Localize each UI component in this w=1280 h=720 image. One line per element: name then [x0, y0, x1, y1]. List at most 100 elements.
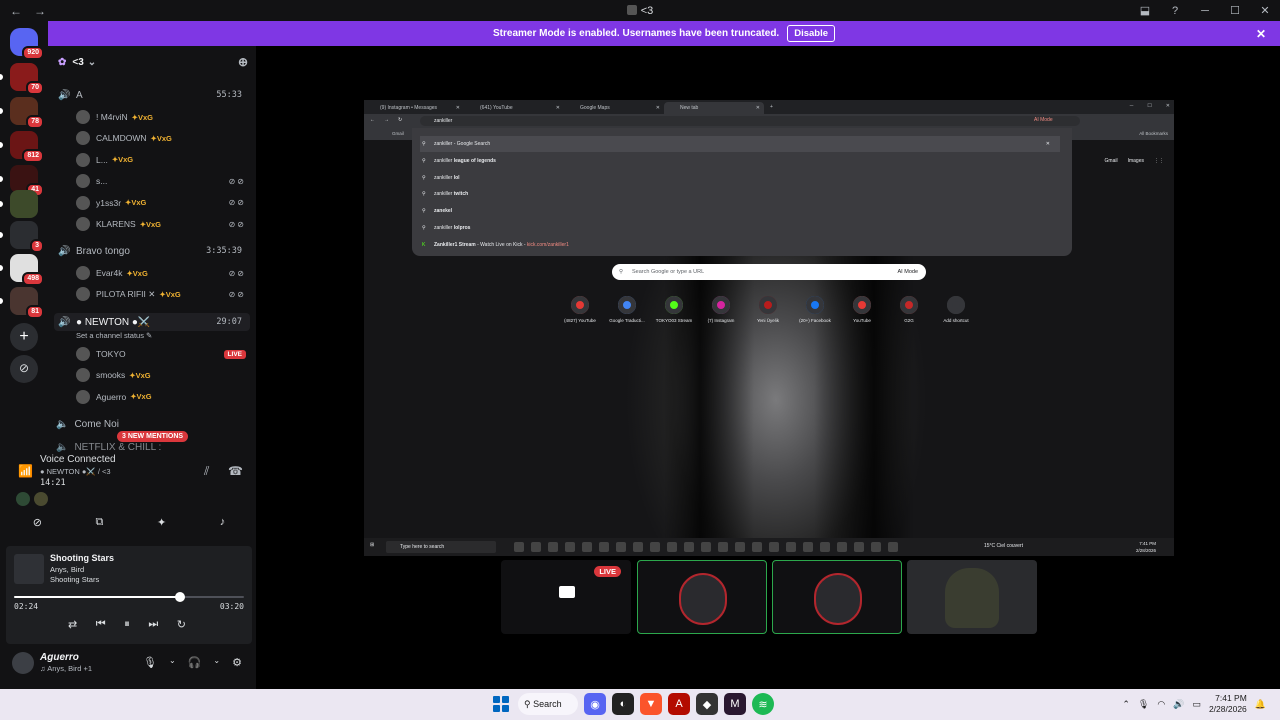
ai-mode-button[interactable]: AI Mode [898, 264, 918, 280]
shortcut-tile[interactable]: YouTube [840, 296, 884, 323]
app-icon[interactable] [582, 542, 592, 552]
voice-user[interactable]: y1ss3rVxG ⊘⊘ [76, 194, 248, 212]
browser-tab-active[interactable]: New tab ✕ [664, 102, 764, 114]
close-icon[interactable]: ✕ [1046, 136, 1050, 152]
track-artist[interactable]: Anys, Bird [50, 565, 84, 574]
track-title[interactable]: Shooting Stars [50, 553, 114, 563]
progress-bar[interactable] [14, 592, 244, 602]
app-icon[interactable] [871, 542, 881, 552]
voice-user[interactable]: KLARENS VxG ⊘⊘ [76, 215, 248, 233]
close-icon[interactable]: ✕ [756, 102, 760, 114]
back-arrow-icon[interactable]: ← [8, 4, 24, 18]
voice-user[interactable]: smooksVxG [76, 366, 248, 384]
suggestion-item[interactable]: ⚲ zanekel [420, 203, 1060, 219]
home-discord-button[interactable]: 920 [10, 28, 44, 60]
app-icon[interactable] [769, 542, 779, 552]
shortcut-tile[interactable]: TOKYO03 Stream [652, 296, 696, 323]
voice-user[interactable]: ! M4rviN VxG [76, 108, 248, 126]
progress-knob[interactable] [174, 592, 185, 602]
connection-signal-icon[interactable]: 📶 [18, 464, 33, 478]
reload-icon[interactable]: ↻ [398, 117, 402, 123]
clock[interactable]: 7:41 PM 2/28/2026 [1209, 693, 1247, 715]
suggestion-item[interactable]: ⚲ zankiller twitch [420, 186, 1060, 202]
channel-status-prompt[interactable]: Set a channel status ✎ [76, 331, 152, 340]
forward-arrow-icon[interactable]: → [32, 4, 48, 18]
server-folder-icon[interactable]: 81 [0, 287, 44, 319]
app-icon[interactable] [531, 542, 541, 552]
app-icon[interactable] [735, 542, 745, 552]
forward-arrow-icon[interactable]: → [384, 117, 389, 123]
ai-mode-button[interactable]: AI Mode [1034, 117, 1053, 123]
app-icon[interactable] [548, 542, 558, 552]
server-header[interactable]: ✿ <3 ⌄ ⊕ [48, 46, 256, 78]
app-icon[interactable] [650, 542, 660, 552]
remote-clock[interactable]: 7:41 PM 2/28/2026 [1136, 540, 1156, 554]
headphones-icon[interactable]: 🎧 [188, 656, 202, 669]
server-icon[interactable]: 70 [0, 63, 44, 95]
shared-screen[interactable]: (9) Instagram • Messages ✕ (641) YouTube ✕… [364, 100, 1174, 556]
app-icon[interactable] [599, 542, 609, 552]
app-icon[interactable] [684, 542, 694, 552]
shortcut-tile[interactable]: Add shortcut [934, 296, 978, 323]
acrobat-icon[interactable]: A [668, 693, 690, 715]
brave-icon[interactable]: ▼ [640, 693, 662, 715]
apps-grid-icon[interactable]: ⋮⋮ [1154, 158, 1164, 164]
channel-come-noi[interactable]: 🔈 Come Noi [56, 419, 119, 430]
browser-tab[interactable]: (9) Instagram • Messages ✕ [364, 102, 464, 114]
browser-tab[interactable]: Google Maps ✕ [564, 102, 664, 114]
participant-tile[interactable] [637, 560, 767, 634]
minimize-button[interactable]: ─ [1190, 5, 1220, 17]
maximize-button[interactable]: ☐ [1147, 103, 1151, 109]
spotify-icon[interactable]: ≋ [752, 693, 774, 715]
repeat-icon[interactable]: ↻ [177, 618, 186, 631]
suggestion-item[interactable]: ⚲ zankiller lolpros [420, 220, 1060, 236]
chevron-down-icon[interactable]: ⌄ [169, 656, 176, 669]
suggestion-item[interactable]: ⚲ zankiller lol [420, 170, 1060, 186]
wifi-icon[interactable]: ◠ [1157, 699, 1165, 710]
close-icon[interactable]: ✕ [1256, 27, 1266, 41]
voice-user[interactable]: s... ⊘⊘ [76, 172, 248, 190]
app-icon[interactable] [565, 542, 575, 552]
server-icon[interactable]: 3 [0, 221, 44, 253]
activities-icon[interactable]: ✦ [157, 516, 166, 536]
remote-search-box[interactable]: Type here to search [386, 541, 496, 553]
voice-user[interactable]: PILOTA RIFII ✕VxG ⊘⊘ [76, 285, 248, 303]
voice-user[interactable]: L... VxG [76, 151, 248, 169]
soundboard-icon[interactable]: ♪ [220, 516, 226, 536]
shuffle-icon[interactable]: ⇄ [68, 618, 77, 631]
shortcut-tile[interactable]: (20+) Facebook [793, 296, 837, 323]
app-icon[interactable] [786, 542, 796, 552]
browser-tab[interactable]: (641) YouTube ✕ [464, 102, 564, 114]
microphone-icon[interactable]: 🎙 [1138, 699, 1149, 710]
next-icon[interactable]: ⏭ [148, 618, 158, 631]
google-search-box[interactable]: ⚲ Search Google or type a URL AI Mode [612, 264, 926, 280]
chevron-up-icon[interactable]: ⌃ [1122, 699, 1130, 710]
taskbar-search[interactable]: ⚲ Search [518, 693, 578, 715]
app-icon[interactable] [718, 542, 728, 552]
weather-widget[interactable]: 15°C Ciel couvert [984, 543, 1023, 549]
voice-channel-a[interactable]: 🔊 A 55:33 [54, 86, 250, 104]
avatar[interactable] [12, 652, 34, 674]
settings-gear-icon[interactable]: ⚙ [232, 656, 242, 669]
back-arrow-icon[interactable]: ← [370, 117, 375, 123]
disconnect-icon[interactable]: ☎ [228, 464, 243, 478]
close-button[interactable]: ✕ [1166, 103, 1170, 109]
close-icon[interactable]: ✕ [656, 102, 660, 114]
discover-icon[interactable]: ⊘ [10, 355, 38, 383]
camera-off-icon[interactable]: ⊘ [33, 516, 42, 536]
app-icon[interactable]: M [724, 693, 746, 715]
inbox-icon[interactable]: ⬓ [1130, 4, 1160, 17]
suggestion-item[interactable]: ⚲ zankiller - Google Search ✕ [420, 136, 1060, 152]
screen-share-icon[interactable]: ⧉ [96, 516, 104, 536]
discord-icon[interactable]: ◉ [584, 693, 606, 715]
minimize-button[interactable]: ─ [1130, 103, 1134, 109]
username[interactable]: Aguerro [40, 652, 79, 663]
shortcut-tile[interactable]: G2G [887, 296, 931, 323]
app-icon[interactable] [820, 542, 830, 552]
gmail-link[interactable]: Gmail [1105, 158, 1118, 164]
shortcut-tile[interactable]: (4827) YouTube [558, 296, 602, 323]
participant-tile[interactable] [772, 560, 902, 634]
app-icon[interactable] [667, 542, 677, 552]
voice-user[interactable]: Evar4kVxG ⊘⊘ [76, 264, 248, 282]
app-icon[interactable] [888, 542, 898, 552]
